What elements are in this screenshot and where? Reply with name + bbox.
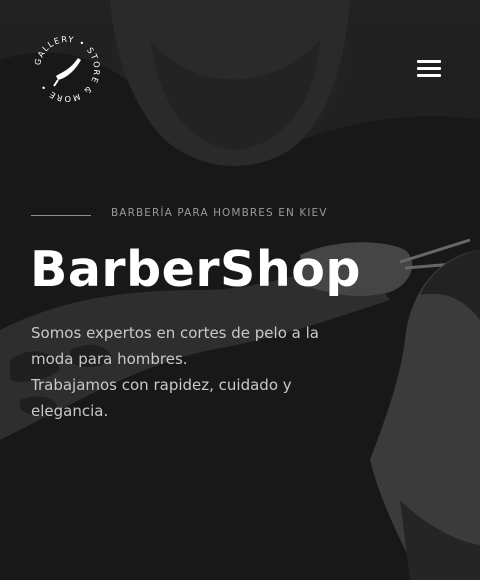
logo-ring-text: GALLERY • STORE & MORE • — [32, 34, 101, 104]
hero-subtitle: BARBERÍA PARA HOMBRES EN KIEV — [111, 207, 328, 219]
subtitle-divider-line — [31, 215, 91, 216]
menu-bar-bottom — [417, 74, 441, 77]
hero-subtitle-row: BARBERÍA PARA HOMBRES EN KIEV — [31, 207, 451, 225]
hero-description: Somos expertos en cortes de pelo a la mo… — [31, 320, 351, 424]
hamburger-menu-icon[interactable] — [413, 56, 445, 82]
menu-bar-top — [417, 60, 441, 63]
description-line: Trabajamos con rapidez, cuidado y — [31, 376, 292, 394]
description-line: moda para hombres. — [31, 350, 188, 368]
hero-title: BarberShop — [30, 241, 361, 298]
svg-text:GALLERY • STORE & MORE •: GALLERY • STORE & MORE • — [32, 36, 102, 102]
description-line: elegancia. — [31, 402, 109, 420]
logo-seal-icon: GALLERY • STORE & MORE • — [32, 34, 102, 104]
description-line: Somos expertos en cortes de pelo a la — [31, 324, 319, 342]
gallery-store-logo[interactable]: GALLERY • STORE & MORE • — [28, 34, 106, 104]
menu-bar-middle — [417, 67, 441, 70]
